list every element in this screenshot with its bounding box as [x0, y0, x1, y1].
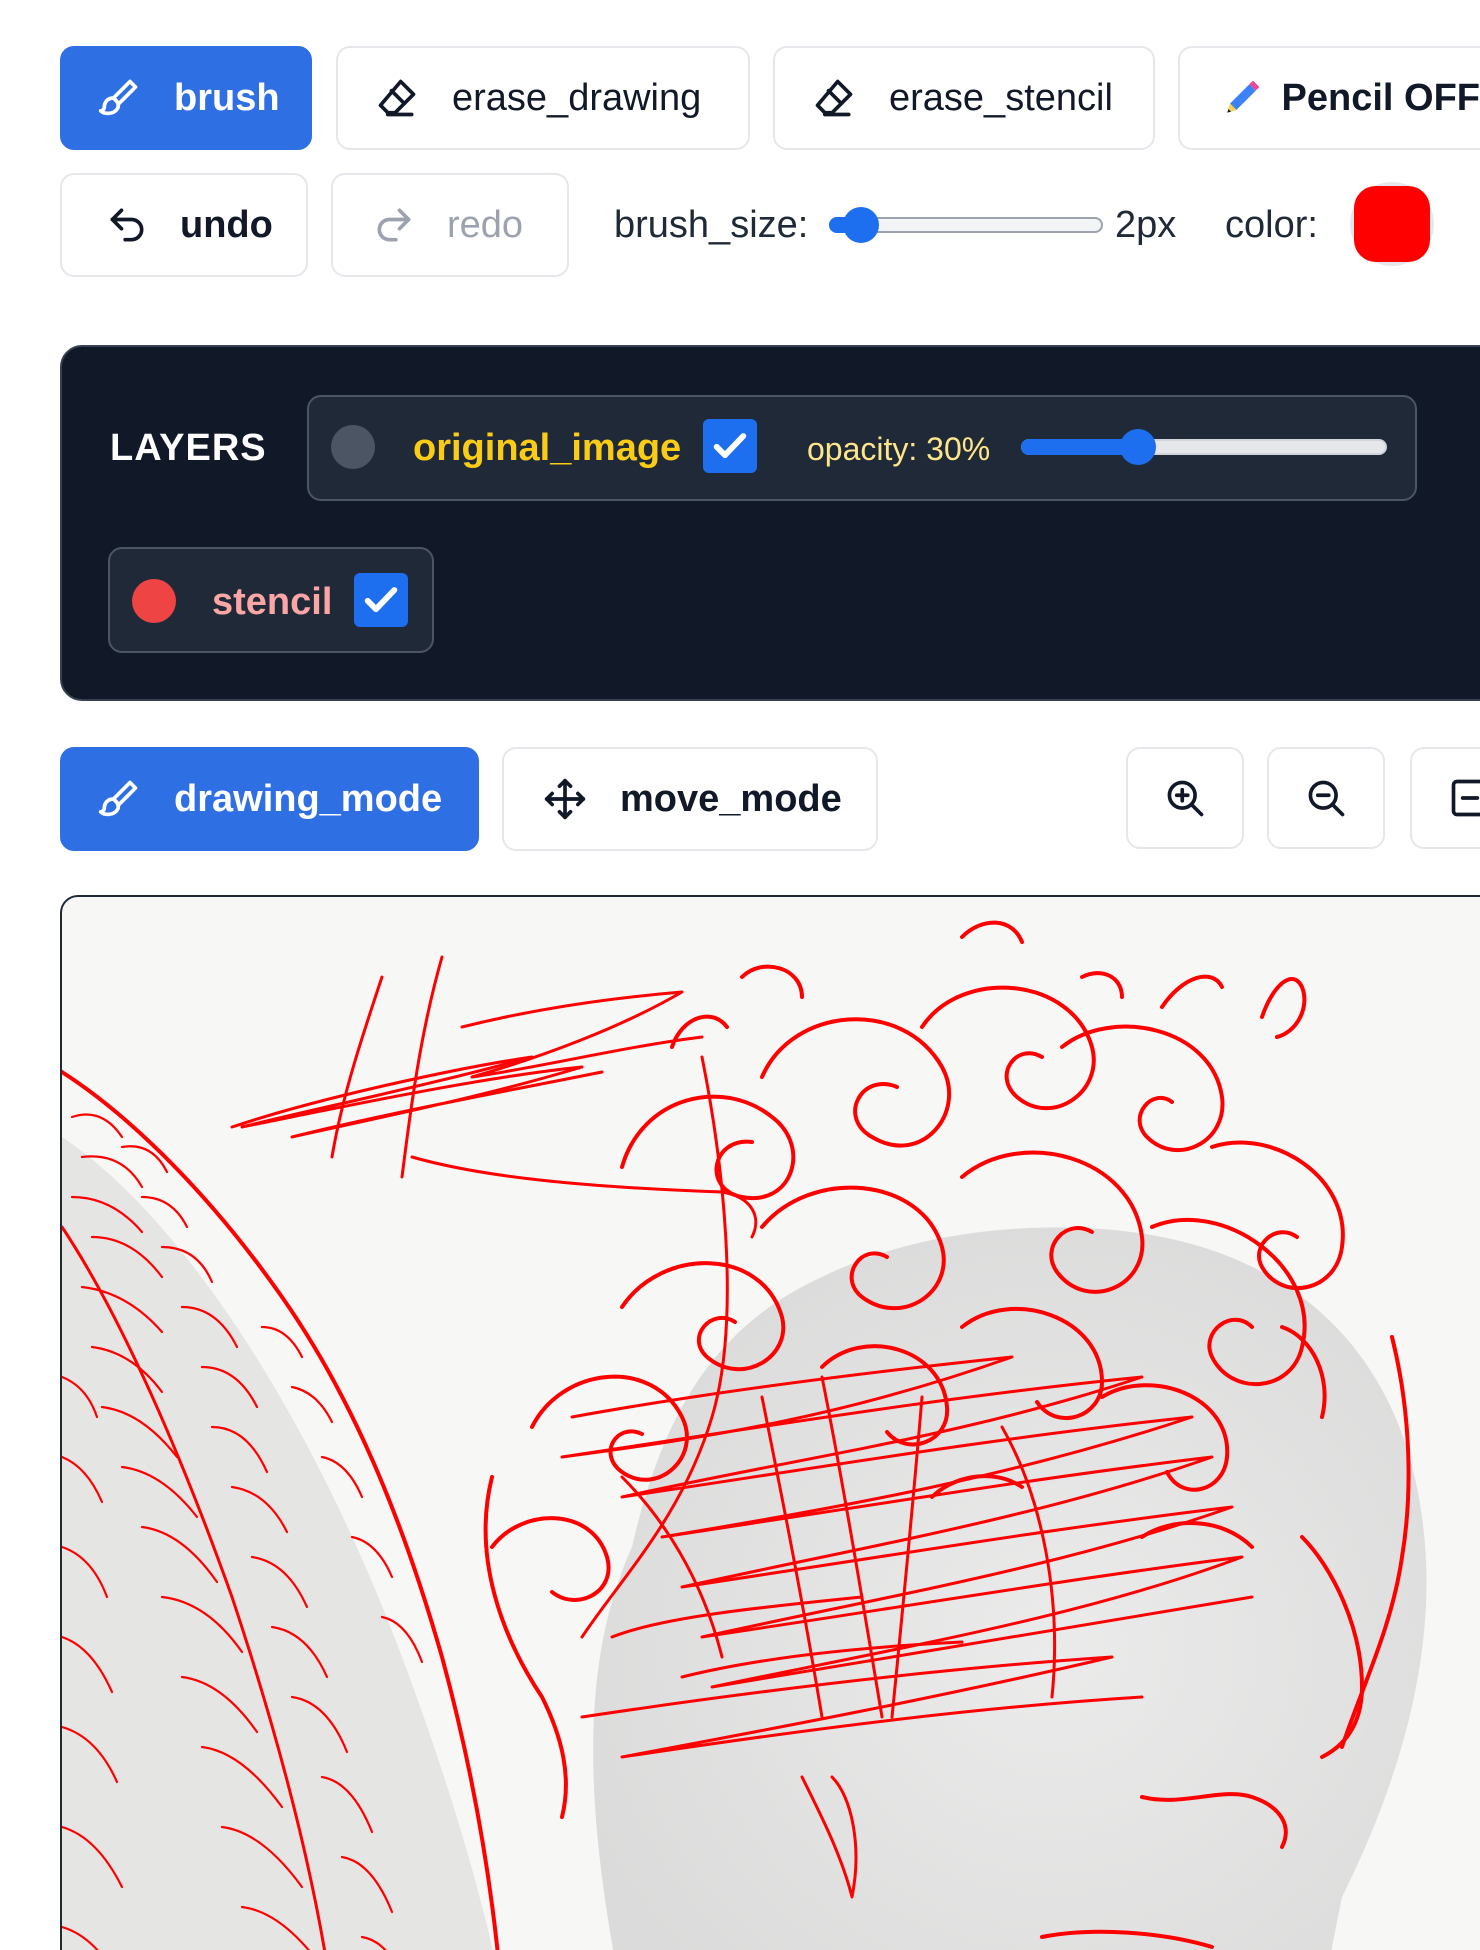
brush-button[interactable]: brush: [60, 46, 312, 150]
move-mode-button[interactable]: move_mode: [502, 747, 878, 851]
zoom-in-button[interactable]: [1126, 747, 1244, 849]
move-mode-label: move_mode: [620, 777, 842, 820]
layer-color-dot: [331, 425, 375, 469]
fit-view-button[interactable]: [1410, 747, 1480, 849]
undo-label: undo: [180, 203, 273, 246]
opacity-slider[interactable]: [1021, 429, 1387, 465]
erase-drawing-label: erase_drawing: [452, 76, 702, 119]
layer-name-stencil: stencil: [212, 581, 333, 623]
color-label: color:: [1225, 204, 1318, 246]
layer-stencil[interactable]: stencil: [108, 547, 434, 653]
brush-size-thumb[interactable]: [843, 207, 880, 243]
layer-name-original-image: original_image: [413, 427, 682, 469]
brush-size-label: brush_size:: [614, 204, 809, 246]
layer-visibility-checkbox[interactable]: [703, 419, 757, 473]
drawing-mode-label: drawing_mode: [174, 777, 443, 820]
brush-icon: [92, 772, 146, 826]
brush-size-value: 2px: [1115, 204, 1177, 246]
brush-size-slider[interactable]: [829, 207, 1103, 243]
zoom-out-button[interactable]: [1267, 747, 1385, 849]
layer-visibility-checkbox[interactable]: [354, 573, 408, 627]
move-icon: [538, 772, 592, 826]
eraser-icon: [807, 71, 861, 125]
eraser-icon: [370, 71, 424, 125]
layer-original-image[interactable]: original_image opacity: 30%: [307, 395, 1417, 501]
drawing-canvas[interactable]: [60, 895, 1480, 1950]
erase-stencil-button[interactable]: erase_stencil: [773, 46, 1155, 150]
undo-icon: [100, 198, 154, 252]
brush-button-label: brush: [174, 76, 280, 119]
color-picker[interactable]: [1350, 182, 1434, 266]
opacity-label: opacity: 30%: [807, 431, 991, 467]
layers-title: LAYERS: [110, 427, 267, 469]
check-icon: [713, 433, 747, 459]
undo-button[interactable]: undo: [60, 173, 308, 277]
redo-label: redo: [447, 203, 524, 246]
redo-icon: [367, 198, 421, 252]
color-swatch: [1354, 186, 1430, 262]
pencil-toggle-button[interactable]: Pencil OFF: [1178, 46, 1480, 150]
canvas-artwork: [62, 920, 1427, 1950]
layers-panel: LAYERS original_image opacity: 30% stenc…: [60, 345, 1480, 701]
redo-button[interactable]: redo: [331, 173, 569, 277]
layer-color-dot: [132, 579, 176, 623]
zoom-out-icon: [1308, 780, 1345, 817]
fit-icon: [1451, 779, 1480, 817]
pencil-toggle-label: Pencil OFF: [1281, 76, 1480, 119]
pencil-icon: [1218, 71, 1266, 125]
brush-icon: [92, 71, 146, 125]
erase-stencil-label: erase_stencil: [889, 76, 1113, 119]
drawing-mode-button[interactable]: drawing_mode: [60, 747, 479, 851]
opacity-thumb[interactable]: [1120, 429, 1156, 465]
zoom-in-icon: [1167, 780, 1204, 817]
erase-drawing-button[interactable]: erase_drawing: [336, 46, 750, 150]
check-icon: [364, 587, 398, 613]
